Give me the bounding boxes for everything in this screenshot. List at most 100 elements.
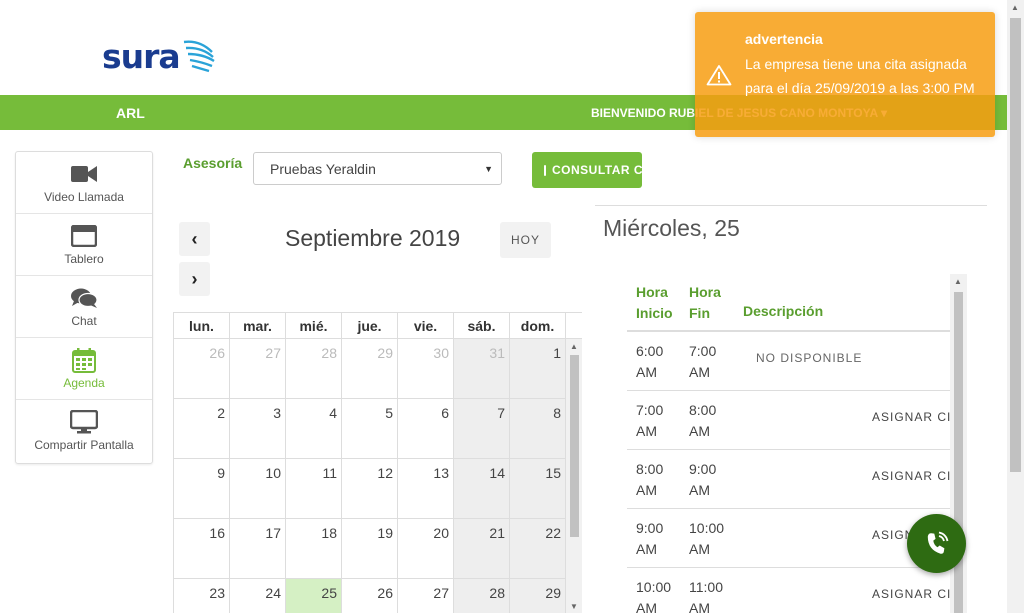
day-cell[interactable]: 5 <box>342 399 398 458</box>
day-cell[interactable]: 27 <box>398 579 454 613</box>
day-cell[interactable]: 6 <box>398 399 454 458</box>
schedule-row: 10:00 AM 11:00 AM ASIGNAR CITA <box>627 568 950 613</box>
day-cell[interactable]: 19 <box>342 519 398 578</box>
slot-end-ampm: AM <box>689 541 710 557</box>
day-cell-selected[interactable]: 25 <box>286 579 342 613</box>
sidebar-item-chat[interactable]: Chat <box>16 276 152 338</box>
sidebar-item-tablero[interactable]: Tablero <box>16 214 152 276</box>
schedule-row: 9:00AM 10:00AM ASIGNAR CITA <box>627 509 950 568</box>
calendar-icon <box>72 347 96 373</box>
day-cell[interactable]: 30 <box>398 339 454 398</box>
slot-end: 7:00 AM <box>689 341 739 383</box>
today-button[interactable]: HOY <box>500 222 551 258</box>
day-cell[interactable]: 21 <box>454 519 510 578</box>
slot-status: NO DISPONIBLE <box>756 351 863 365</box>
sidebar-item-video-llamada[interactable]: Video Llamada <box>16 152 152 214</box>
sidebar-item-agenda[interactable]: Agenda <box>16 338 152 400</box>
day-cell[interactable]: 9 <box>174 459 230 518</box>
phone-ringing-icon <box>927 531 948 554</box>
video-camera-icon <box>70 162 98 186</box>
scroll-up-icon[interactable]: ▲ <box>1011 3 1019 12</box>
day-cell[interactable]: 4 <box>286 399 342 458</box>
day-cell[interactable]: 11 <box>286 459 342 518</box>
scroll-up-icon[interactable]: ▲ <box>954 277 962 286</box>
call-button[interactable] <box>907 514 966 573</box>
day-cell[interactable]: 23 <box>174 579 230 613</box>
sura-logo[interactable]: sura <box>102 36 216 76</box>
slot-start: 9:00 AM <box>636 518 686 560</box>
assign-appointment-button[interactable]: ASIGNAR CITA <box>872 469 950 483</box>
asesoria-selected-value: Pruebas Yeraldin <box>270 161 376 177</box>
sidebar-item-label: Agenda <box>63 375 105 390</box>
consultar-label: CONSULTAR C <box>552 163 642 177</box>
day-cell[interactable]: 20 <box>398 519 454 578</box>
slot-start: 6:00 AM <box>636 341 686 383</box>
toast-title: advertencia <box>745 31 823 47</box>
day-cell[interactable]: 17 <box>230 519 286 578</box>
month-calendar: lun. mar. mié. jue. vie. sáb. dom. 26 27… <box>173 312 582 613</box>
day-cell[interactable]: 10 <box>230 459 286 518</box>
week-row: 16 17 18 19 20 21 22 <box>174 519 566 579</box>
week-row: 23 24 25 26 27 28 29 <box>174 579 566 613</box>
chat-bubbles-icon <box>70 286 98 310</box>
slot-end-time: 8:00 <box>689 402 717 418</box>
day-cell[interactable]: 3 <box>230 399 286 458</box>
day-cell[interactable]: 29 <box>510 579 566 613</box>
day-cell[interactable]: 31 <box>454 339 510 398</box>
day-cell[interactable]: 8 <box>510 399 566 458</box>
day-cell[interactable]: 24 <box>230 579 286 613</box>
day-cell[interactable]: 16 <box>174 519 230 578</box>
day-cell[interactable]: 29 <box>342 339 398 398</box>
day-cell[interactable]: 15 <box>510 459 566 518</box>
warning-toast[interactable]: advertencia La empresa tiene una cita as… <box>695 12 995 137</box>
column-header-end-line2: Fin <box>689 305 710 321</box>
weekday-label: mar. <box>230 313 286 338</box>
sidebar: Video Llamada Tablero Chat Agenda Compar… <box>15 151 153 464</box>
page: sura ARL BIENVENIDO RUBIEL DE JESUS CANO… <box>0 0 1024 613</box>
assign-appointment-button[interactable]: ASIGNAR CITA <box>872 410 950 424</box>
day-cell[interactable]: 18 <box>286 519 342 578</box>
assign-appointment-button[interactable]: ASIGNAR CITA <box>872 587 950 601</box>
slot-end-time: 10:00 <box>689 520 725 536</box>
month-title: Septiembre 2019 <box>285 225 461 251</box>
day-cell[interactable]: 26 <box>174 339 230 398</box>
day-cell[interactable]: 22 <box>510 519 566 578</box>
next-month-button[interactable]: › <box>179 262 210 296</box>
slot-start-ampm: AM <box>636 482 657 498</box>
monitor-icon <box>70 410 98 434</box>
slot-start-time: 6:00 <box>636 343 664 359</box>
slot-end: 11:00 AM <box>689 577 739 613</box>
column-header-start: Hora Inicio <box>636 282 673 324</box>
scrollbar-thumb[interactable] <box>1010 18 1021 472</box>
slot-start: 7:00 AM <box>636 400 686 442</box>
window-icon <box>71 224 97 248</box>
scroll-down-icon[interactable]: ▼ <box>570 602 578 611</box>
day-cell[interactable]: 7 <box>454 399 510 458</box>
slot-end-ampm: AM <box>689 600 710 613</box>
nav-arl-link[interactable]: ARL <box>116 105 145 121</box>
day-cell[interactable]: 13 <box>398 459 454 518</box>
day-cell[interactable]: 12 <box>342 459 398 518</box>
sidebar-item-compartir-pantalla[interactable]: Compartir Pantalla <box>16 400 152 462</box>
consultar-button[interactable]: CONSULTAR C <box>532 152 642 188</box>
scroll-up-icon[interactable]: ▲ <box>570 342 578 351</box>
weekday-label: jue. <box>342 313 398 338</box>
sidebar-item-label: Compartir Pantalla <box>34 438 134 452</box>
week-row: 26 27 28 29 30 31 1 <box>174 339 566 399</box>
day-cell[interactable]: 14 <box>454 459 510 518</box>
page-scrollbar[interactable]: ▲ <box>1007 0 1024 613</box>
calendar-scrollbar[interactable]: ▲ ▼ <box>566 339 582 613</box>
day-cell[interactable]: 28 <box>286 339 342 398</box>
logo-wings-icon <box>183 40 215 73</box>
caret-down-icon: ▼ <box>484 164 493 174</box>
day-cell[interactable]: 2 <box>174 399 230 458</box>
scrollbar-thumb[interactable] <box>570 355 579 537</box>
column-header-start-line1: Hora <box>636 284 668 300</box>
day-cell[interactable]: 28 <box>454 579 510 613</box>
asesoria-select[interactable]: Pruebas Yeraldin ▼ <box>253 152 502 185</box>
prev-month-button[interactable]: ‹ <box>179 222 210 256</box>
day-cell[interactable]: 27 <box>230 339 286 398</box>
day-title: Miércoles, 25 <box>603 215 740 241</box>
day-cell[interactable]: 26 <box>342 579 398 613</box>
day-cell[interactable]: 1 <box>510 339 566 398</box>
